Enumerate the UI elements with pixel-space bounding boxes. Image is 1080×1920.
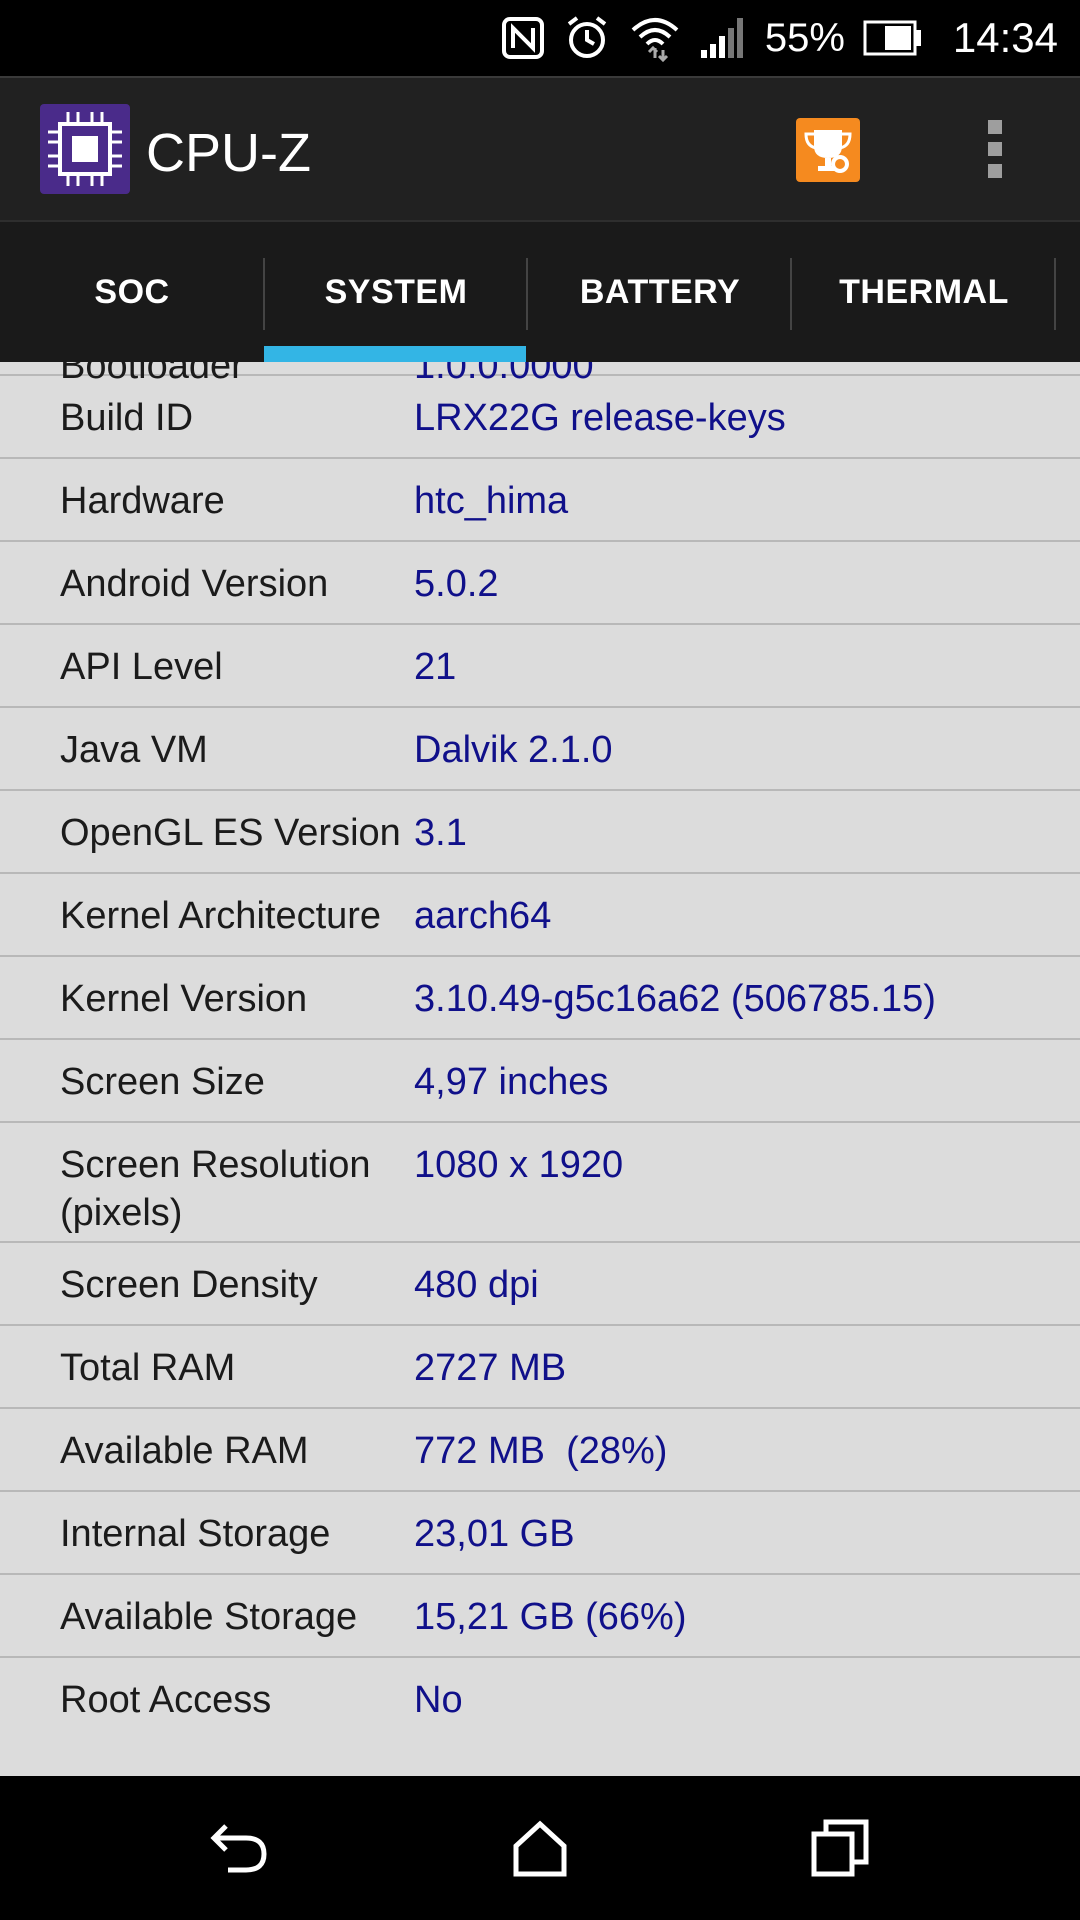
list-item: Android Version 5.0.2 [0,542,1080,625]
wifi-icon [629,14,681,62]
row-label: Screen Density [60,1264,318,1306]
list-item: Screen Resolution (pixels) 1080 x 1920 [0,1123,1080,1243]
list-item: Hardware htc_hima [0,459,1080,542]
battery-icon [863,20,923,56]
row-value: 15,21 GB (66%) [414,1596,687,1638]
overflow-menu-icon [980,120,1010,178]
back-button[interactable] [208,1816,272,1880]
navigation-bar [0,1776,1080,1920]
list-item: Root Access No [0,1658,1080,1741]
cell-signal-icon [699,16,747,60]
nfc-icon [501,16,545,60]
row-label: Android Version [60,563,329,605]
row-value: LRX22G release-keys [414,397,786,439]
list-item: Kernel Version 3.10.49-g5c16a62 (506785.… [0,957,1080,1040]
tab-system[interactable]: SYSTEM [264,222,528,362]
row-value: 3.10.49-g5c16a62 (506785.15) [414,978,936,1020]
row-label: OpenGL ES Version [60,812,401,854]
row-label: Internal Storage [60,1513,331,1555]
row-label: Build ID [60,397,194,439]
row-value: aarch64 [414,895,552,937]
trophy-button[interactable] [796,118,860,182]
battery-percent: 55% [764,15,845,60]
active-tab-indicator [264,346,526,362]
list-item: OpenGL ES Version 3.1 [0,791,1080,874]
app-title: CPU-Z [146,123,311,183]
back-icon [210,1824,267,1873]
list-item: Available RAM 772 MB (28%) [0,1409,1080,1492]
row-value: 4,97 inches [414,1061,609,1103]
list-item: Java VM Dalvik 2.1.0 [0,708,1080,791]
row-label: Screen Size [60,1061,265,1103]
row-label: Hardware [60,480,225,522]
list-item: Available Storage 15,21 GB (66%) [0,1575,1080,1658]
clock: 14:34 [952,14,1058,61]
row-value: 480 dpi [414,1264,539,1306]
row-value: Dalvik 2.1.0 [414,729,613,771]
app-bar: CPU-Z [0,76,1080,220]
tab-thermal[interactable]: THERMAL [792,222,1056,362]
status-icons: 55% 14:34 [501,0,1058,76]
row-label: Java VM [60,729,208,771]
row-label: Kernel Version [60,978,308,1020]
recents-button[interactable] [808,1816,872,1880]
overflow-menu-button[interactable] [980,114,1010,186]
row-label: Screen Resolution (pixels) [60,1144,371,1234]
row-label: API Level [60,646,223,688]
list-item: API Level 21 [0,625,1080,708]
list-item: Internal Storage 23,01 GB [0,1492,1080,1575]
row-label: Total RAM [60,1347,236,1389]
row-value: 1080 x 1920 [414,1144,624,1186]
recents-icon [811,1819,869,1877]
row-value: No [414,1679,463,1721]
list-item: Build ID LRX22G release-keys [0,376,1080,459]
tab-divider [1054,258,1056,330]
list-item: Screen Density 480 dpi [0,1243,1080,1326]
row-value: 23,01 GB [414,1513,575,1555]
row-label: Available Storage [60,1596,358,1638]
row-label: Kernel Architecture [60,895,382,937]
tab-bar: SOC SYSTEM BATTERY THERMAL [0,220,1080,362]
status-bar: 55% 14:34 [0,0,1080,76]
row-value: 3.1 [414,812,467,854]
trophy-icon [804,130,852,173]
row-value: 21 [414,646,457,688]
list-item: Kernel Architecture aarch64 [0,874,1080,957]
alarm-icon [563,14,611,62]
row-value: 5.0.2 [414,563,499,605]
home-button[interactable] [508,1816,572,1880]
row-label: Root Access [60,1679,272,1721]
list-item: Bootloader 1.0.0.0000 [0,362,1080,387]
row-value: 2727 MB [414,1347,567,1389]
row-value: 772 MB (28%) [414,1430,668,1472]
tab-battery[interactable]: BATTERY [528,222,792,362]
row-label: Available RAM [60,1430,309,1472]
home-icon [513,1820,567,1877]
tab-soc[interactable]: SOC [0,222,264,362]
row-value: htc_hima [414,480,569,522]
system-info-list[interactable]: Bootloader 1.0.0.0000 Build ID LRX22G re… [0,362,1080,1776]
cpu-chip-icon [40,104,130,194]
list-item: Total RAM 2727 MB [0,1326,1080,1409]
list-item: Screen Size 4,97 inches [0,1040,1080,1123]
